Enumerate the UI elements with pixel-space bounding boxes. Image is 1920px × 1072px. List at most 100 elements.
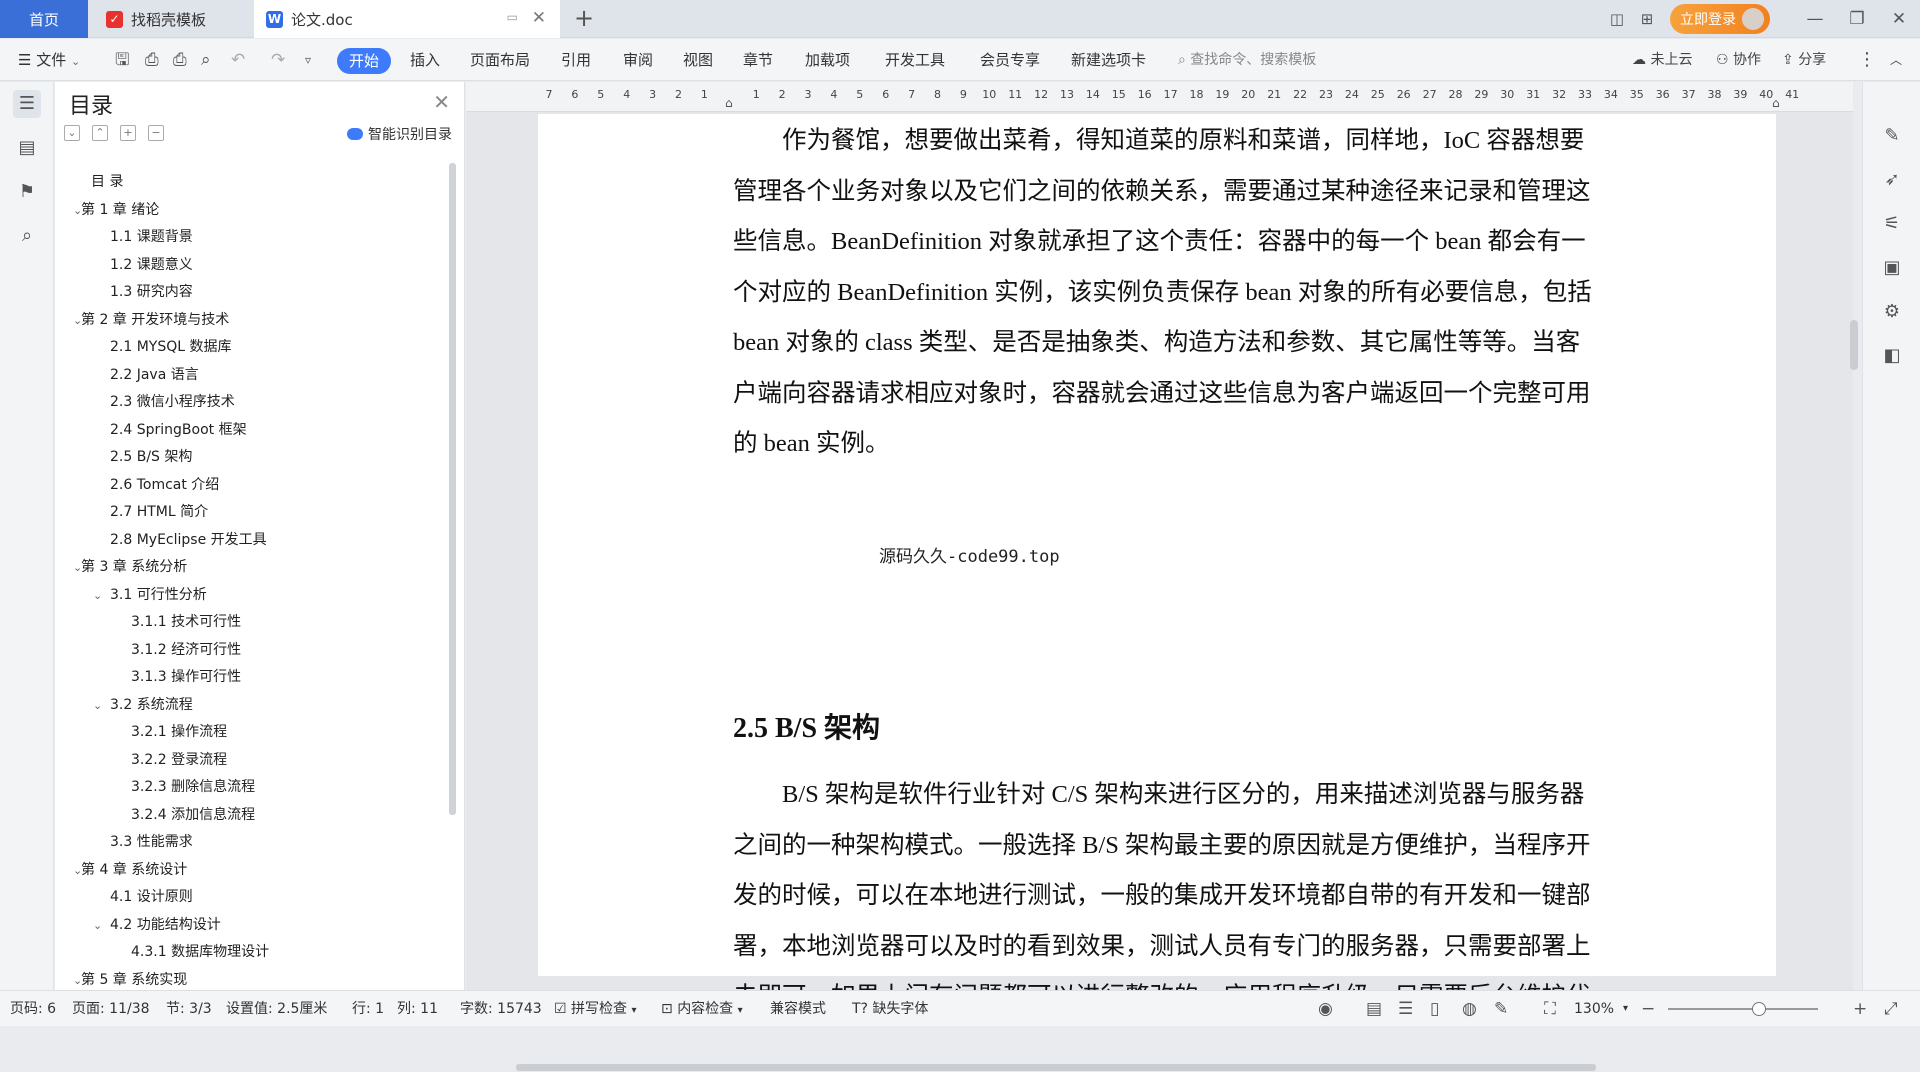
collab-button[interactable]: ⚇ 协作	[1716, 39, 1761, 81]
toc-item[interactable]: 1.1 课题背景	[55, 224, 445, 251]
save-icon[interactable]: 🖫	[115, 39, 129, 81]
close-window-icon[interactable]: ✕	[1878, 9, 1920, 29]
toc-item[interactable]: 2.1 MYSQL 数据库	[55, 334, 445, 361]
right-indent-marker-icon[interactable]: ⌂	[1772, 96, 1780, 110]
toc-item[interactable]: 2.6 Tomcat 介绍	[55, 472, 445, 499]
chevron-down-icon[interactable]: ⌄	[93, 582, 102, 609]
adjust-settings-icon[interactable]: ⚟	[1878, 210, 1906, 238]
toc-item[interactable]: 2.7 HTML 简介	[55, 499, 445, 526]
status-word-count[interactable]: 字数: 15743	[460, 991, 542, 1027]
status-page-number[interactable]: 页码: 6	[10, 991, 56, 1027]
tab-references[interactable]: 引用	[561, 39, 591, 81]
toc-item[interactable]: 2.8 MyEclipse 开发工具	[55, 527, 445, 554]
select-cursor-icon[interactable]: ➶	[1878, 166, 1906, 194]
file-menu[interactable]: ☰ 文件 ⌄	[18, 39, 80, 81]
tab-template[interactable]: ✓ 找稻壳模板	[90, 0, 252, 38]
zoom-level[interactable]: 130%	[1574, 991, 1614, 1027]
toc-scrollbar[interactable]	[449, 163, 456, 815]
fullscreen-icon[interactable]: ⤢	[1884, 991, 1898, 1027]
tab-chapter[interactable]: 章节	[743, 39, 773, 81]
toc-item[interactable]: 3.1.3 操作可行性	[55, 664, 445, 691]
toc-item[interactable]: ⌄ 第 1 章 绪论	[55, 197, 445, 224]
bookmark-icon[interactable]: ⚑	[13, 178, 41, 206]
toc-item[interactable]: ⌄ 第 4 章 系统设计	[55, 857, 445, 884]
spell-check-button[interactable]: ☑ 拼写检查 ▾	[554, 991, 637, 1027]
chevron-down-icon[interactable]: ⌄	[93, 692, 102, 719]
content-check-button[interactable]: ⊡ 内容检查 ▾	[661, 991, 743, 1027]
toc-item[interactable]: 3.1.2 经济可行性	[55, 637, 445, 664]
tab-new-tab[interactable]: 新建选项卡	[1071, 39, 1146, 81]
tab-member[interactable]: 会员专享	[980, 39, 1040, 81]
write-mode-icon[interactable]: ✎	[1494, 991, 1508, 1027]
reading-mode-icon[interactable]: ◧	[1878, 342, 1906, 370]
toc-item[interactable]: 3.1.1 技术可行性	[55, 609, 445, 636]
status-page-of[interactable]: 页面: 11/38	[72, 991, 150, 1027]
zoom-slider-handle[interactable]	[1752, 1002, 1766, 1016]
collapse-all-icon[interactable]: ⌃	[92, 125, 108, 141]
close-panel-icon[interactable]: ✕	[433, 90, 450, 114]
chapter-nav-icon[interactable]: ▤	[13, 134, 41, 162]
restore-icon[interactable]: ❐	[1836, 9, 1878, 29]
horizontal-ruler[interactable]: 7 6 5 4 3 2 1 1 2 3 4 5 6 7 8 9 10 11 12 13 14 15 16 17 18 19 20 21…	[466, 82, 1853, 112]
zoom-slider[interactable]	[1668, 1008, 1818, 1010]
toc-item[interactable]: 1.2 课题意义	[55, 252, 445, 279]
toc-item[interactable]: 1.3 研究内容	[55, 279, 445, 306]
vertical-scrollbar[interactable]	[1848, 112, 1860, 962]
toc-item[interactable]: 2.5 B/S 架构	[55, 444, 445, 471]
cloud-status-button[interactable]: ☁ 未上云	[1632, 39, 1692, 81]
expand-all-icon[interactable]: ⌄	[64, 125, 80, 141]
toc-item[interactable]: ⌄ 第 3 章 系统分析	[55, 554, 445, 581]
tab-start[interactable]: 开始	[337, 48, 391, 74]
toc-item[interactable]: 4.3.1 数据库物理设计	[55, 939, 445, 966]
toc-item[interactable]: 目 录	[55, 169, 445, 196]
tab-view[interactable]: 视图	[683, 39, 713, 81]
status-setting[interactable]: 设置值: 2.5厘米	[226, 991, 327, 1027]
vscroll-thumb[interactable]	[1850, 320, 1858, 370]
zoom-out-icon[interactable]: −	[1641, 991, 1655, 1027]
tab-insert[interactable]: 插入	[410, 39, 440, 81]
login-button[interactable]: 立即登录	[1670, 4, 1770, 34]
eye-protection-icon[interactable]: ◉	[1318, 991, 1333, 1027]
find-icon[interactable]: ⌕	[13, 222, 41, 250]
quick-access-more-icon[interactable]: ▿	[305, 39, 311, 81]
fit-page-icon[interactable]: ⛶	[1544, 991, 1556, 1027]
toc-item[interactable]: 2.2 Java 语言	[55, 362, 445, 389]
left-indent-marker-icon[interactable]: ⌂	[725, 96, 733, 110]
reading-view-icon[interactable]: ▯	[1430, 991, 1439, 1027]
command-search[interactable]: ⌕ 查找命令、搜索模板	[1178, 39, 1316, 81]
tab-review[interactable]: 审阅	[623, 39, 653, 81]
toc-item[interactable]: 4.1 设计原则	[55, 884, 445, 911]
new-tab-button[interactable]: +	[574, 4, 594, 32]
web-view-icon[interactable]: ◍	[1462, 991, 1477, 1027]
apps-grid-icon[interactable]: ⊞	[1632, 10, 1662, 28]
toc-item[interactable]: 3.3 性能需求	[55, 829, 445, 856]
redo-icon[interactable]: ↷	[271, 39, 285, 81]
status-row[interactable]: 行: 1	[352, 991, 384, 1027]
tab-developer[interactable]: 开发工具	[885, 39, 945, 81]
collapse-ribbon-icon[interactable]: ︿	[1890, 39, 1902, 81]
toc-item[interactable]: 3.2.2 登录流程	[55, 747, 445, 774]
toc-item[interactable]: 2.4 SpringBoot 框架	[55, 417, 445, 444]
toc-item[interactable]: ⌄ 3.2 系统流程	[55, 692, 445, 719]
export-pdf-icon[interactable]: ⎙	[145, 39, 159, 81]
toc-item[interactable]: 3.2.3 删除信息流程	[55, 774, 445, 801]
outline-view-icon[interactable]: ☰	[1398, 991, 1413, 1027]
close-tab-icon[interactable]: ✕	[532, 8, 546, 28]
edit-pen-icon[interactable]: ✎	[1878, 122, 1906, 150]
tab-page-layout[interactable]: 页面布局	[470, 39, 530, 81]
undo-icon[interactable]: ↶	[231, 39, 245, 81]
page-view-icon[interactable]: ▤	[1366, 991, 1382, 1027]
smart-toc-button[interactable]: 智能识别目录	[347, 124, 452, 144]
toc-item[interactable]: 3.2.1 操作流程	[55, 719, 445, 746]
toc-item[interactable]: 2.3 微信小程序技术	[55, 389, 445, 416]
toc-item[interactable]: 3.2.4 添加信息流程	[55, 802, 445, 829]
toc-item[interactable]: ⌄ 3.1 可行性分析	[55, 582, 445, 609]
status-section[interactable]: 节: 3/3	[166, 991, 212, 1027]
chevron-down-icon[interactable]: ⌄	[93, 912, 102, 939]
status-column[interactable]: 列: 11	[397, 991, 438, 1027]
layout-toggle-icon[interactable]: ◫	[1602, 10, 1632, 28]
compat-mode-label[interactable]: 兼容模式	[770, 991, 826, 1027]
tab-addins[interactable]: 加载项	[805, 39, 850, 81]
add-heading-icon[interactable]: +	[120, 125, 136, 141]
image-tool-icon[interactable]: ▣	[1878, 254, 1906, 282]
